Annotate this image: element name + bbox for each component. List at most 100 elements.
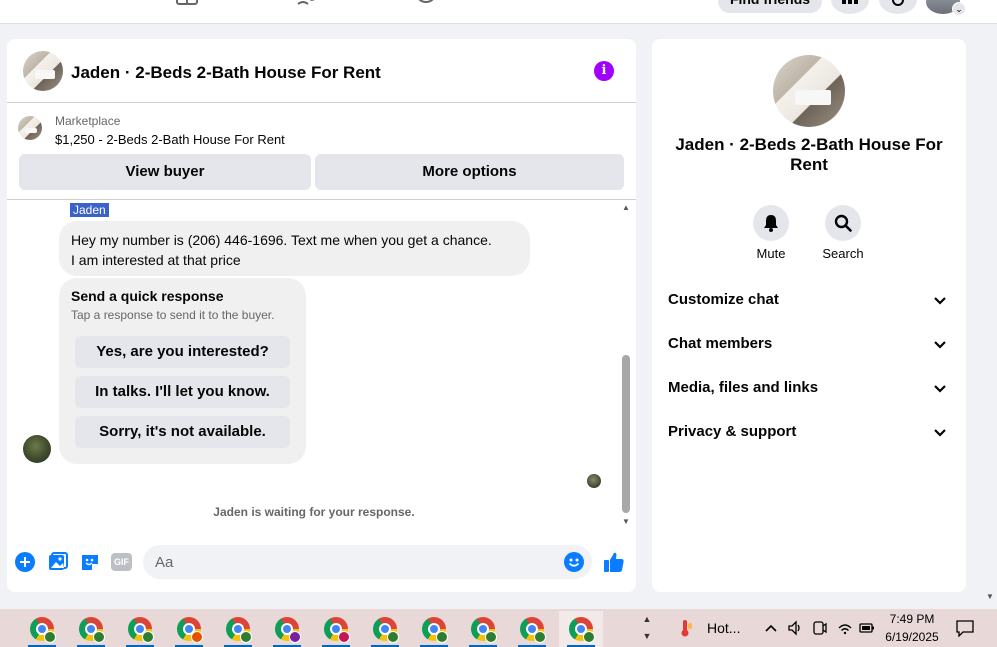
thumbs-up-icon[interactable] xyxy=(603,551,625,573)
customize-chat-row[interactable]: Customize chat xyxy=(652,279,966,323)
details-title: Jaden · 2-Beds 2-Bath House For Rent xyxy=(675,135,943,174)
profile-badge-icon xyxy=(583,631,595,643)
mute-action[interactable]: Mute xyxy=(741,205,801,261)
thermometer-weather-icon[interactable] xyxy=(676,619,694,637)
privacy-support-row[interactable]: Privacy & support xyxy=(652,411,966,455)
chevron-down-icon xyxy=(934,341,946,349)
profile-nav-icon[interactable] xyxy=(415,0,437,8)
taskbar-chrome-app[interactable] xyxy=(118,611,162,647)
listing-price-title[interactable]: $1,250 - 2-Beds 2-Bath House For Rent xyxy=(55,132,285,147)
sticker-icon[interactable] xyxy=(80,552,100,572)
listing-small-thumbnail[interactable] xyxy=(18,116,42,140)
quick-response-option[interactable]: In talks. I'll let you know. xyxy=(75,376,290,408)
profile-badge-icon xyxy=(191,631,203,643)
taskbar-chrome-app[interactable] xyxy=(510,611,554,647)
find-friends-button[interactable]: Find friends xyxy=(718,0,822,13)
page-scroll-down-arrow-icon[interactable]: ▼ xyxy=(986,592,994,601)
chevron-up-icon[interactable] xyxy=(763,620,779,636)
chat-title[interactable]: Jaden · 2-Beds 2-Bath House For Rent xyxy=(71,63,381,83)
listing-banner: Marketplace $1,250 - 2-Beds 2-Bath House… xyxy=(7,104,636,200)
search-label: Search xyxy=(822,246,864,261)
view-buyer-button[interactable]: View buyer xyxy=(19,154,311,190)
buyer-avatar[interactable] xyxy=(23,435,51,463)
weather-text[interactable]: Hot... xyxy=(707,620,740,636)
listing-thumbnail-avatar[interactable] xyxy=(23,51,63,91)
chevron-down-icon xyxy=(934,429,946,437)
details-row-label: Media, files and links xyxy=(668,379,819,396)
message-line: Hey my number is (206) 446-1696. Text me… xyxy=(71,232,492,248)
grid-menu-icon xyxy=(842,0,858,4)
profile-badge-icon xyxy=(93,631,105,643)
taskbar-chrome-app[interactable] xyxy=(216,611,260,647)
top-navigation-bar: Find friends ⌄ xyxy=(0,0,997,24)
gif-icon[interactable]: GIF xyxy=(111,553,132,571)
volume-icon[interactable] xyxy=(787,620,803,636)
details-row-label: Chat members xyxy=(668,335,773,352)
taskbar-chrome-app[interactable] xyxy=(559,611,603,647)
chevron-down-icon xyxy=(934,385,946,393)
emoji-icon[interactable] xyxy=(564,552,584,572)
message-line: I am interested at that price xyxy=(71,252,241,268)
quick-response-title: Send a quick response xyxy=(71,288,224,304)
profile-badge-icon xyxy=(387,631,399,643)
chat-panel: Jaden · 2-Beds 2-Bath House For Rent i M… xyxy=(7,39,636,592)
windows-taskbar: ▲ ▼ Hot... 7:49 PM 6/19/2025 xyxy=(0,609,997,647)
taskbar-chrome-app[interactable] xyxy=(167,611,211,647)
message-composer: GIF xyxy=(7,539,636,587)
listing-kicker: Marketplace xyxy=(55,114,121,128)
details-row-label: Privacy & support xyxy=(668,423,797,440)
mute-label: Mute xyxy=(756,246,786,261)
gear-icon xyxy=(892,0,904,6)
photo-icon[interactable] xyxy=(48,552,68,572)
scrollbar-thumb[interactable] xyxy=(622,355,630,513)
marketplace-nav-icon[interactable] xyxy=(176,0,198,8)
message-bubble[interactable]: Hey my number is (206) 446-1696. Text me… xyxy=(59,221,530,276)
profile-badge-icon xyxy=(534,631,546,643)
conversation-details-panel: Jaden · 2-Beds 2-Bath House For Rent Mut… xyxy=(652,39,966,592)
quick-response-option[interactable]: Yes, are you interested? xyxy=(75,336,290,368)
settings-button[interactable] xyxy=(879,0,917,14)
taskbar-chrome-app[interactable] xyxy=(363,611,407,647)
profile-badge-icon xyxy=(338,631,350,643)
clock-date[interactable]: 6/19/2025 xyxy=(878,630,946,644)
clock-time[interactable]: 7:49 PM xyxy=(878,612,946,626)
details-row-label: Customize chat xyxy=(668,291,779,308)
profile-badge-icon xyxy=(436,631,448,643)
chat-members-row[interactable]: Chat members xyxy=(652,323,966,367)
scroll-down-arrow-icon[interactable]: ▼ xyxy=(621,517,631,526)
profile-badge-icon xyxy=(240,631,252,643)
taskbar-chrome-app[interactable] xyxy=(69,611,113,647)
media-files-links-row[interactable]: Media, files and links xyxy=(652,367,966,411)
taskbar-chrome-app[interactable] xyxy=(265,611,309,647)
profile-badge-icon xyxy=(142,631,154,643)
taskbar-chrome-app[interactable] xyxy=(461,611,505,647)
taskbar-chrome-app[interactable] xyxy=(20,611,64,647)
message-input[interactable] xyxy=(143,545,592,579)
network-icon[interactable] xyxy=(837,620,853,636)
listing-large-thumbnail[interactable] xyxy=(773,55,845,127)
waiting-status-text: Jaden is waiting for your response. xyxy=(213,505,415,519)
info-icon[interactable]: i xyxy=(594,61,614,81)
taskbar-chrome-app[interactable] xyxy=(314,611,358,647)
groups-nav-icon[interactable] xyxy=(296,0,318,8)
search-icon xyxy=(834,214,852,232)
notifications-icon[interactable] xyxy=(955,619,975,637)
message-thread[interactable]: Jaden Hey my number is (206) 446-1696. T… xyxy=(7,201,636,531)
menu-button[interactable] xyxy=(831,0,869,14)
account-chevron-down-icon[interactable]: ⌄ xyxy=(952,2,966,16)
battery-icon[interactable] xyxy=(859,620,875,636)
quick-response-option[interactable]: Sorry, it's not available. xyxy=(75,416,290,448)
chat-header: Jaden · 2-Beds 2-Bath House For Rent i xyxy=(7,39,636,103)
scroll-up-arrow-icon[interactable]: ▲ xyxy=(621,203,631,212)
search-action[interactable]: Search xyxy=(813,205,873,261)
plus-icon[interactable] xyxy=(15,552,35,572)
quick-response-card: Send a quick response Tap a response to … xyxy=(59,278,306,464)
profile-badge-icon xyxy=(44,631,56,643)
profile-badge-icon xyxy=(289,631,301,643)
seen-indicator-avatar xyxy=(587,474,601,488)
bell-icon xyxy=(764,215,778,232)
meet-now-icon[interactable] xyxy=(812,620,828,636)
taskbar-chrome-app[interactable] xyxy=(412,611,456,647)
more-options-button[interactable]: More options xyxy=(315,154,624,190)
taskbar-overflow-arrows[interactable]: ▲ ▼ xyxy=(641,611,653,645)
